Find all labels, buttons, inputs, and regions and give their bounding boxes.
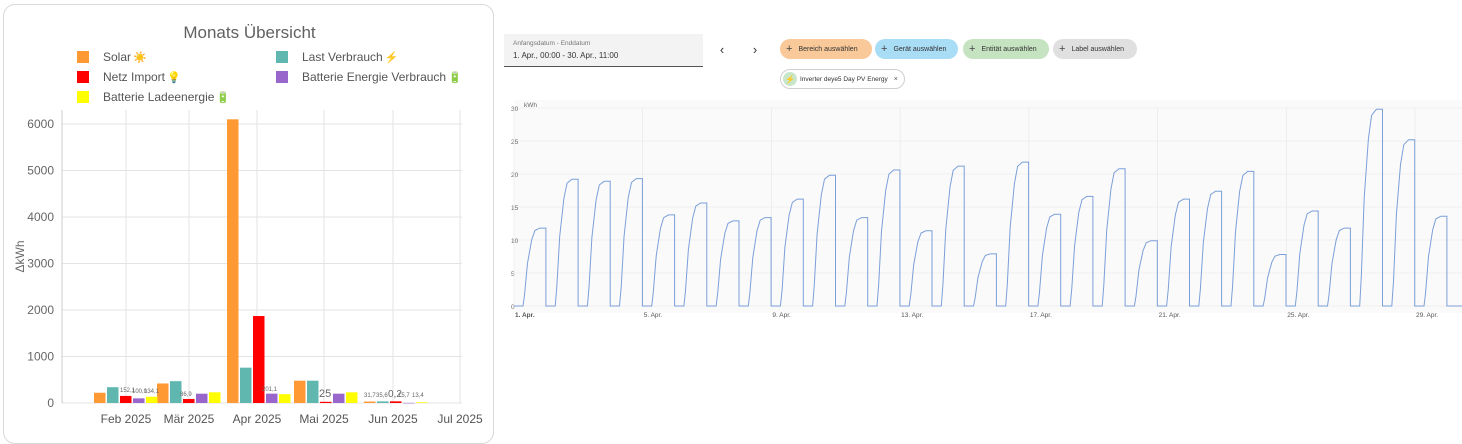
data-label: 31,7 <box>364 393 376 399</box>
x-tick-label: 9. Apr. <box>772 312 791 319</box>
bar <box>240 367 252 403</box>
data-label: 134,1 <box>144 389 160 395</box>
x-tick-label: Mär 2025 <box>164 412 215 426</box>
x-tick-label: Jun 2025 <box>368 412 418 426</box>
bar <box>266 393 278 403</box>
bar <box>107 387 119 403</box>
x-tick-label: 1. Apr. <box>515 312 535 319</box>
bar <box>346 392 358 403</box>
y-tick-label: 10 <box>511 238 519 245</box>
bar <box>227 119 239 404</box>
bar <box>183 398 195 403</box>
y-tick-label: 1000 <box>27 349 54 363</box>
bar <box>120 395 132 403</box>
x-tick-label: 21. Apr. <box>1159 312 1181 319</box>
y-tick-label: 20 <box>511 172 519 179</box>
data-label: 35,6 <box>376 393 388 399</box>
y-tick-label: 30 <box>511 106 519 113</box>
y-tick-label: 3000 <box>27 256 54 270</box>
x-tick-label: Mai 2025 <box>299 412 349 426</box>
y-axis-unit: kWh <box>524 102 537 109</box>
bar <box>279 394 291 403</box>
bar <box>416 402 428 403</box>
x-tick-label: 13. Apr. <box>901 312 923 319</box>
bar <box>209 392 221 403</box>
x-tick-label: 29. Apr. <box>1416 312 1438 319</box>
y-tick-label: 4000 <box>27 210 54 224</box>
y-tick-label: 15 <box>511 205 519 212</box>
y-tick-label: 25 <box>511 139 519 146</box>
bar <box>307 380 319 403</box>
x-tick-label: Apr 2025 <box>233 412 282 426</box>
x-tick-label: Jul 2025 <box>437 412 483 426</box>
bar <box>94 392 106 403</box>
data-label: 15,7 <box>398 393 410 399</box>
bar <box>333 393 345 403</box>
data-label: 201,1 <box>262 387 278 393</box>
bar <box>364 401 376 403</box>
bar <box>320 401 332 403</box>
bar <box>133 398 145 403</box>
data-label: 25 <box>319 388 331 400</box>
y-tick-label: 0 <box>47 396 54 410</box>
monthly-bar-chart: 0 1000 2000 3000 4000 5000 6000 Feb 2025 Mär 202… <box>13 110 483 426</box>
data-label: 13,4 <box>412 393 424 399</box>
x-tick-label: 5. Apr. <box>644 312 663 319</box>
y-tick-label: 5 <box>511 271 515 278</box>
y-tick-label: 2000 <box>27 303 54 317</box>
bar <box>196 393 208 403</box>
plot-background <box>514 100 1462 313</box>
pv-energy-line-chart: 0 5 10 15 20 25 30 kWh 1. Apr. 5. Apr. 9. Apr. 13. … <box>511 100 1462 319</box>
y-tick-label: 5000 <box>27 163 54 177</box>
y-tick-label: 6000 <box>27 117 54 131</box>
bar <box>377 401 389 403</box>
bar <box>403 402 415 404</box>
data-label: 86,9 <box>180 392 192 398</box>
y-axis-title: ΔkWh <box>13 240 27 272</box>
bar <box>390 401 402 403</box>
x-tick-label: 17. Apr. <box>1030 312 1052 319</box>
x-tick-label: Feb 2025 <box>101 412 152 426</box>
bar <box>294 380 306 403</box>
bar <box>146 396 158 403</box>
y-tick-label: 0 <box>511 304 515 311</box>
x-tick-label: 25. Apr. <box>1287 312 1309 319</box>
